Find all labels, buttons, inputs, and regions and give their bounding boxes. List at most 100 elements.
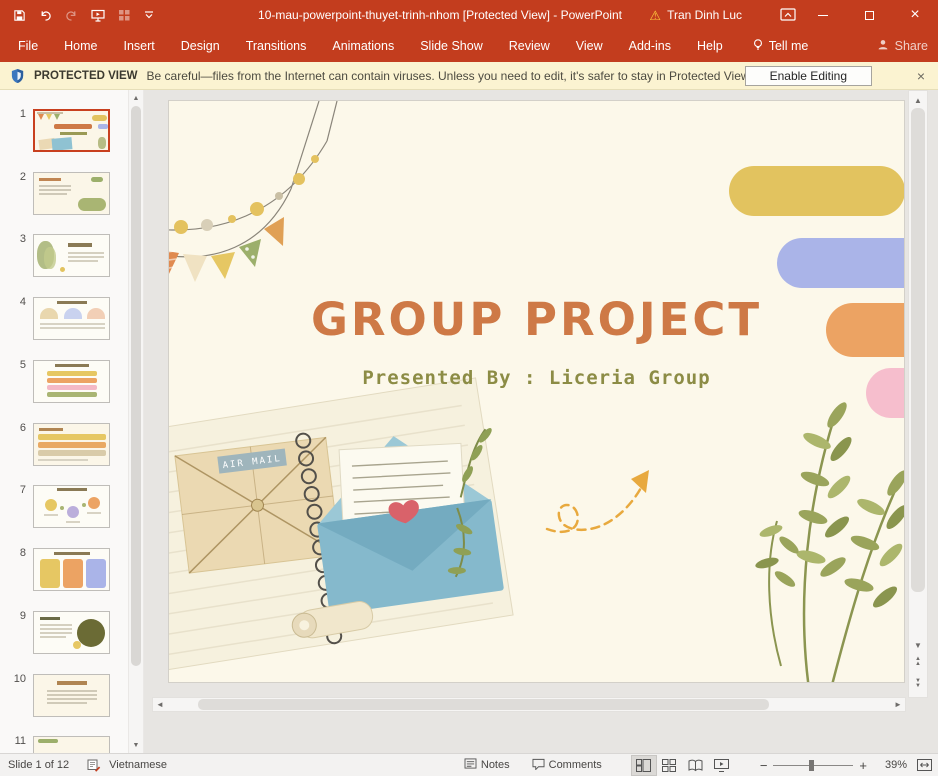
proofing-icon[interactable]: [87, 759, 101, 772]
tab-home[interactable]: Home: [51, 30, 110, 62]
thumb-art: [47, 378, 97, 383]
scrollbar-thumb[interactable]: [131, 106, 141, 666]
thumb-art: [68, 243, 92, 247]
thumb-art: [78, 198, 106, 211]
scroll-right-button[interactable]: ►: [891, 698, 905, 711]
view-normal-button[interactable]: [632, 756, 656, 775]
thumb-art: [37, 112, 63, 114]
tab-view[interactable]: View: [563, 30, 616, 62]
print-preview-button[interactable]: [118, 9, 131, 22]
slide-thumbnail-9[interactable]: [33, 611, 110, 654]
thumb-art: [47, 385, 97, 390]
tab-design[interactable]: Design: [168, 30, 233, 62]
view-slide-sorter-button[interactable]: [658, 756, 682, 775]
thumb-art: [63, 559, 83, 588]
account-info[interactable]: ⚠ Tran Dinh Luc: [649, 8, 742, 22]
zoom-level[interactable]: 39%: [875, 759, 907, 771]
title-bar: 10-mau-powerpoint-thuyet-trinh-nhom [Pro…: [0, 0, 938, 30]
tab-transitions[interactable]: Transitions: [233, 30, 320, 62]
ribbon-display-options-button[interactable]: [780, 8, 796, 22]
enable-editing-button[interactable]: Enable Editing: [745, 66, 872, 86]
tab-help[interactable]: Help: [684, 30, 736, 62]
thumb-art: [40, 559, 60, 588]
chevron-up-icon: ▲: [915, 662, 921, 667]
thumb-art: [39, 178, 61, 181]
slide-thumbnail-4[interactable]: [33, 297, 110, 340]
horizontal-scrollbar[interactable]: ◄ ►: [152, 697, 906, 712]
zoom-slider[interactable]: [773, 759, 853, 772]
fit-slide-to-window-button[interactable]: [917, 759, 932, 771]
slide-canvas[interactable]: AIR MAIL: [168, 100, 905, 683]
slide-thumbnail-1[interactable]: [33, 109, 110, 152]
maximize-button[interactable]: [846, 0, 892, 30]
thumbnail-item-2: 2: [0, 171, 128, 217]
dashed-arrow-doodle: [547, 470, 649, 532]
thumb-art: [47, 698, 97, 700]
scroll-down-button[interactable]: ▼: [909, 637, 927, 653]
zoom-out-button[interactable]: −: [760, 758, 768, 773]
previous-slide-button[interactable]: ▲▲: [909, 654, 927, 670]
slide-thumbnail-5[interactable]: [33, 360, 110, 403]
comments-button[interactable]: Comments: [532, 758, 602, 773]
thumb-art: [47, 694, 97, 696]
scroll-up-button[interactable]: ▲: [129, 91, 143, 105]
thumb-art: [47, 392, 97, 397]
language-button[interactable]: Vietnamese: [109, 759, 167, 771]
bunting-decoration: [169, 101, 337, 282]
slide-number: 8: [6, 547, 26, 559]
slide-thumbnail-10[interactable]: [33, 674, 110, 717]
slide-title: GROUP PROJECT: [169, 293, 904, 346]
tab-add-ins[interactable]: Add-ins: [616, 30, 684, 62]
slide-number: 11: [6, 735, 26, 747]
next-slide-button[interactable]: ▼▼: [909, 676, 927, 692]
message-bar: PROTECTED VIEW Be careful—files from the…: [0, 62, 938, 90]
scroll-left-button[interactable]: ◄: [153, 698, 167, 711]
redo-button[interactable]: [65, 9, 78, 22]
tab-slide-show[interactable]: Slide Show: [407, 30, 496, 62]
notes-button[interactable]: Notes: [464, 758, 510, 772]
message-bar-close-button[interactable]: ×: [909, 63, 933, 89]
undo-button[interactable]: [39, 9, 52, 22]
slide-thumbnail-2[interactable]: [33, 172, 110, 215]
thumbnail-item-4: 4: [0, 296, 128, 342]
slide-number: 5: [6, 359, 26, 371]
view-reading-button[interactable]: [684, 756, 708, 775]
zoom-in-button[interactable]: +: [859, 758, 867, 773]
scrollbar-thumb[interactable]: [198, 699, 769, 710]
save-button[interactable]: [13, 9, 26, 22]
slide-thumbnail-6[interactable]: [33, 423, 110, 466]
tab-animations[interactable]: Animations: [319, 30, 407, 62]
slide-thumbnail-7[interactable]: [33, 485, 110, 528]
view-slideshow-button[interactable]: [710, 756, 734, 775]
slide-thumbnail-11[interactable]: [33, 736, 110, 753]
tab-file[interactable]: File: [5, 30, 51, 62]
zoom-slider-thumb[interactable]: [809, 760, 814, 771]
slide-number: 3: [6, 233, 26, 245]
share-button[interactable]: Share: [876, 38, 928, 55]
thumb-art: [77, 619, 105, 647]
slide-thumbnail-8[interactable]: [33, 548, 110, 591]
thumb-art: [55, 364, 89, 367]
scroll-down-button[interactable]: ▼: [129, 738, 143, 752]
minimize-button[interactable]: [800, 0, 846, 30]
tab-review[interactable]: Review: [496, 30, 563, 62]
slide-number: 2: [6, 171, 26, 183]
start-slideshow-button[interactable]: [91, 9, 105, 22]
thumb-art: [73, 641, 81, 649]
scrollbar-thumb[interactable]: [911, 108, 925, 592]
thumbnail-item-8: 8: [0, 547, 128, 593]
branch-decoration: [754, 400, 905, 683]
quick-access-toolbar: [0, 9, 154, 22]
thumb-art: [47, 371, 97, 376]
customize-qat-button[interactable]: [144, 11, 154, 20]
scroll-up-button[interactable]: ▲: [909, 92, 927, 108]
vertical-scrollbar[interactable]: ▲ ▼ ▲▲ ▼▼: [908, 90, 928, 698]
close-button[interactable]: ×: [892, 0, 938, 30]
thumbnail-item-10: 10: [0, 673, 128, 719]
thumbnail-item-6: 6: [0, 422, 128, 468]
slide-thumbnail-3[interactable]: [33, 234, 110, 277]
tab-insert[interactable]: Insert: [111, 30, 168, 62]
notes-label: Notes: [481, 759, 510, 771]
thumbnail-panel-scrollbar[interactable]: ▲ ▼: [128, 90, 144, 753]
tell-me-button[interactable]: Tell me: [752, 38, 809, 54]
